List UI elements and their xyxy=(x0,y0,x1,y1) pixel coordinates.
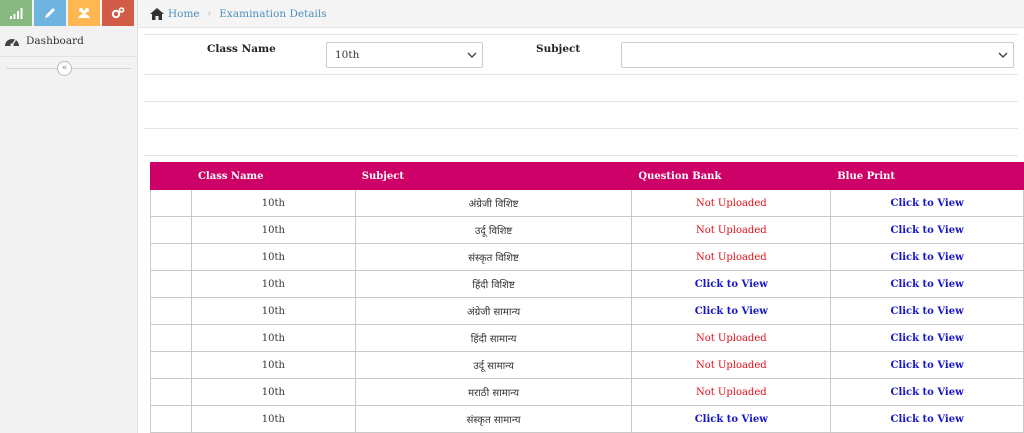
column-header-blue-print: Blue Print xyxy=(830,162,1024,190)
blue-print-view-link[interactable]: Click to View xyxy=(830,243,1024,271)
subject-cell: उर्दू सामान्य xyxy=(354,351,633,379)
table-row: 10th उर्दू विशिष्ट Not Uploaded Click to Vi… xyxy=(150,216,1024,244)
shortcut-users[interactable] xyxy=(68,0,100,26)
question-bank-view-link[interactable]: Click to View xyxy=(631,405,832,433)
class-cell: 10th xyxy=(190,324,356,352)
signal-icon xyxy=(10,8,23,19)
breadcrumb-home-link[interactable]: Home xyxy=(168,8,200,20)
class-cell: 10th xyxy=(190,405,356,433)
table-row: 10th संस्कृत विशिष्ट Not Uploaded Click to … xyxy=(150,243,1024,271)
class-name-select[interactable]: 10th xyxy=(326,42,483,68)
question-bank-status: Not Uploaded xyxy=(631,189,832,217)
subject-select[interactable] xyxy=(621,42,1014,68)
dashboard-icon xyxy=(5,39,19,47)
question-bank-status: Not Uploaded xyxy=(631,216,832,244)
question-bank-status: Not Uploaded xyxy=(631,324,832,352)
table-header-row: Class Name Subject Question Bank Blue Pr… xyxy=(150,162,1024,190)
blue-print-view-link[interactable]: Click to View xyxy=(830,189,1024,217)
class-name-value: 10th xyxy=(335,49,360,61)
subject-cell: उर्दू विशिष्ट xyxy=(354,216,633,244)
subject-cell: मराठी सामान्य xyxy=(354,378,633,406)
question-bank-status: Not Uploaded xyxy=(631,351,832,379)
table-row: 10th हिंदी सामान्य Not Uploaded Click to Vi… xyxy=(150,324,1024,352)
divider xyxy=(144,128,1018,129)
blue-print-view-link[interactable]: Click to View xyxy=(830,324,1024,352)
table-row: 10th मराठी सामान्य Not Uploaded Click to Vi… xyxy=(150,378,1024,406)
column-header-class: Class Name xyxy=(190,162,356,190)
chevron-down-icon xyxy=(467,52,477,58)
chevron-down-icon xyxy=(998,52,1008,58)
class-cell: 10th xyxy=(190,243,356,271)
row-index-cell xyxy=(150,297,192,325)
class-cell: 10th xyxy=(190,378,356,406)
class-cell: 10th xyxy=(190,270,356,298)
table-row: 10th अंग्रेजी सामान्य Click to View Click t… xyxy=(150,297,1024,325)
blue-print-view-link[interactable]: Click to View xyxy=(830,405,1024,433)
divider xyxy=(144,155,1018,156)
row-index-cell xyxy=(150,216,192,244)
blue-print-view-link[interactable]: Click to View xyxy=(830,216,1024,244)
table-body: 10th अंग्रेजी विशिष्ट Not Uploaded Click to… xyxy=(150,189,1024,433)
subject-cell: अंग्रेजी विशिष्ट xyxy=(354,189,633,217)
column-header-index xyxy=(150,162,192,190)
row-index-cell xyxy=(150,351,192,379)
subject-cell: हिंदी विशिष्ट xyxy=(354,270,633,298)
row-index-cell xyxy=(150,324,192,352)
shortcut-pencil[interactable] xyxy=(34,0,66,26)
table-row: 10th हिंदी विशिष्ट Click to View Click to V… xyxy=(150,270,1024,298)
question-bank-view-link[interactable]: Click to View xyxy=(631,297,832,325)
shortcut-signal[interactable] xyxy=(0,0,32,26)
users-icon xyxy=(78,8,90,18)
question-bank-status: Not Uploaded xyxy=(631,378,832,406)
filter-bar: Class Name 10th Subject xyxy=(144,34,1018,75)
class-name-label: Class Name xyxy=(207,43,276,55)
table-row: 10th अंग्रेजी विशिष्ट Not Uploaded Click to… xyxy=(150,189,1024,217)
row-index-cell xyxy=(150,189,192,217)
class-cell: 10th xyxy=(190,297,356,325)
sidebar-shortcuts xyxy=(0,0,137,26)
row-index-cell xyxy=(150,270,192,298)
row-index-cell xyxy=(150,243,192,271)
question-bank-status: Not Uploaded xyxy=(631,243,832,271)
subject-cell: संस्कृत विशिष्ट xyxy=(354,243,633,271)
table-row: 10th संस्कृत सामान्य Click to View Click to… xyxy=(150,405,1024,433)
blue-print-view-link[interactable]: Click to View xyxy=(830,297,1024,325)
divider xyxy=(144,101,1018,102)
shortcut-cogs[interactable] xyxy=(102,0,134,26)
subject-label: Subject xyxy=(536,43,581,55)
subject-cell: अंग्रेजी सामान्य xyxy=(354,297,633,325)
sidebar-item-dashboard[interactable]: Dashboard xyxy=(0,26,137,57)
sidebar-collapse-button[interactable]: « xyxy=(57,61,72,76)
subject-cell: संस्कृत सामान्य xyxy=(354,405,633,433)
sidebar-item-label: Dashboard xyxy=(26,35,84,47)
pencil-icon xyxy=(45,8,55,18)
sidebar: Dashboard « xyxy=(0,0,138,433)
class-cell: 10th xyxy=(190,351,356,379)
class-cell: 10th xyxy=(190,189,356,217)
chevron-right-icon: › xyxy=(207,8,212,19)
row-index-cell xyxy=(150,405,192,433)
subject-cell: हिंदी सामान्य xyxy=(354,324,633,352)
cogs-icon xyxy=(111,7,125,19)
examination-table: Class Name Subject Question Bank Blue Pr… xyxy=(150,162,1024,433)
column-header-question-bank: Question Bank xyxy=(631,162,832,190)
class-cell: 10th xyxy=(190,216,356,244)
blue-print-view-link[interactable]: Click to View xyxy=(830,351,1024,379)
sidebar-collapse-row: « xyxy=(0,59,137,79)
breadcrumb: Home › Examination Details xyxy=(138,0,1024,28)
question-bank-view-link[interactable]: Click to View xyxy=(631,270,832,298)
divider xyxy=(144,74,1018,75)
home-icon xyxy=(150,7,164,20)
blue-print-view-link[interactable]: Click to View xyxy=(830,378,1024,406)
main-content: Home › Examination Details Class Name 10… xyxy=(138,0,1024,433)
column-header-subject: Subject xyxy=(354,162,633,190)
breadcrumb-current: Examination Details xyxy=(219,7,327,20)
blue-print-view-link[interactable]: Click to View xyxy=(830,270,1024,298)
table-row: 10th उर्दू सामान्य Not Uploaded Click to Vi… xyxy=(150,351,1024,379)
row-index-cell xyxy=(150,378,192,406)
